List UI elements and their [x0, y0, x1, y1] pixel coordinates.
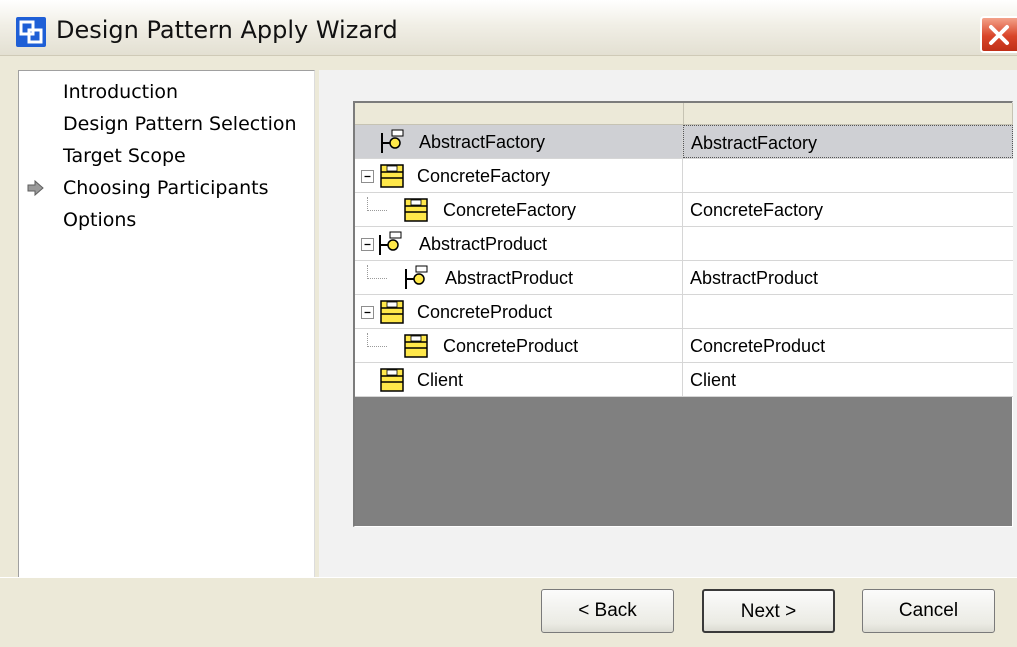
class-icon	[380, 164, 404, 188]
step-introduction: Introduction	[63, 81, 179, 103]
target-cell[interactable]: AbstractFactory	[683, 125, 1013, 158]
step-design-pattern-selection: Design Pattern Selection	[63, 113, 297, 135]
collapse-toggle-icon[interactable]	[361, 306, 374, 319]
title-bar[interactable]: Design Pattern Apply Wizard	[0, 0, 1017, 56]
target-cell[interactable]: AbstractProduct	[683, 261, 1013, 294]
role-cell[interactable]: ConcreteFactory	[355, 159, 683, 192]
collapse-toggle-icon[interactable]	[361, 170, 374, 183]
target-name: ConcreteFactory	[690, 200, 824, 220]
class-icon	[380, 368, 404, 392]
collapse-toggle-icon[interactable]	[361, 238, 374, 251]
interface-icon	[379, 231, 402, 255]
grid-header	[355, 103, 1013, 125]
participant-row[interactable]: AbstractProduct AbstractProduct	[355, 261, 1013, 295]
target-cell[interactable]	[683, 159, 1013, 192]
role-cell[interactable]: AbstractProduct	[355, 261, 683, 294]
step-options: Options	[63, 209, 137, 231]
class-icon	[404, 198, 428, 222]
class-icon	[404, 334, 428, 358]
participants-grid[interactable]: AbstractFactory AbstractFactory Concrete…	[353, 101, 1013, 527]
participant-row[interactable]: AbstractProduct	[355, 227, 1013, 261]
role-cell[interactable]: AbstractProduct	[355, 227, 683, 260]
role-name: AbstractProduct	[419, 234, 548, 254]
window-title: Design Pattern Apply Wizard	[56, 16, 398, 44]
participant-row[interactable]: Client Client	[355, 363, 1013, 397]
target-cell[interactable]: Client	[683, 363, 1013, 396]
cancel-button[interactable]: Cancel	[862, 589, 995, 633]
role-name: AbstractProduct	[445, 268, 574, 288]
role-name: ConcreteProduct	[443, 336, 579, 356]
target-cell[interactable]: ConcreteProduct	[683, 329, 1013, 362]
current-step-arrow-icon	[27, 179, 44, 197]
role-name: Client	[417, 370, 464, 390]
close-x-icon	[989, 25, 1009, 45]
close-button[interactable]	[980, 16, 1017, 53]
role-name: ConcreteFactory	[417, 166, 551, 186]
interface-icon	[381, 129, 404, 153]
target-name: AbstractFactory	[691, 133, 818, 153]
participant-row[interactable]: ConcreteProduct ConcreteProduct	[355, 329, 1013, 363]
role-cell[interactable]: AbstractFactory	[355, 125, 683, 158]
step-target-scope: Target Scope	[63, 145, 186, 167]
role-cell[interactable]: ConcreteProduct	[355, 329, 683, 362]
participant-row[interactable]: ConcreteFactory	[355, 159, 1013, 193]
participant-row[interactable]: AbstractFactory AbstractFactory	[355, 125, 1013, 159]
class-icon	[380, 300, 404, 324]
back-button[interactable]: < Back	[541, 589, 674, 633]
tree-connector	[367, 265, 387, 279]
tree-connector	[367, 333, 387, 347]
header-column-role[interactable]	[355, 103, 684, 125]
target-name: ConcreteProduct	[690, 336, 826, 356]
participant-row[interactable]: ConcreteFactory ConcreteFactory	[355, 193, 1013, 227]
participant-row[interactable]: ConcreteProduct	[355, 295, 1013, 329]
role-cell[interactable]: ConcreteFactory	[355, 193, 683, 226]
tree-connector	[367, 197, 387, 211]
target-name: Client	[690, 370, 737, 390]
role-name: AbstractFactory	[419, 132, 546, 152]
interface-icon	[405, 265, 428, 289]
wizard-app-icon	[16, 17, 46, 47]
header-column-target[interactable]	[684, 103, 1013, 125]
target-cell[interactable]	[683, 295, 1013, 328]
target-name: AbstractProduct	[690, 268, 819, 288]
target-cell[interactable]	[683, 227, 1013, 260]
role-cell[interactable]: Client	[355, 363, 683, 396]
role-name: ConcreteProduct	[417, 302, 553, 322]
next-button[interactable]: Next >	[702, 589, 835, 633]
step-choosing-participants: Choosing Participants	[63, 177, 269, 199]
wizard-steps-panel: Introduction Design Pattern Selection Ta…	[18, 70, 315, 580]
target-cell[interactable]: ConcreteFactory	[683, 193, 1013, 226]
role-cell[interactable]: ConcreteProduct	[355, 295, 683, 328]
role-name: ConcreteFactory	[443, 200, 577, 220]
